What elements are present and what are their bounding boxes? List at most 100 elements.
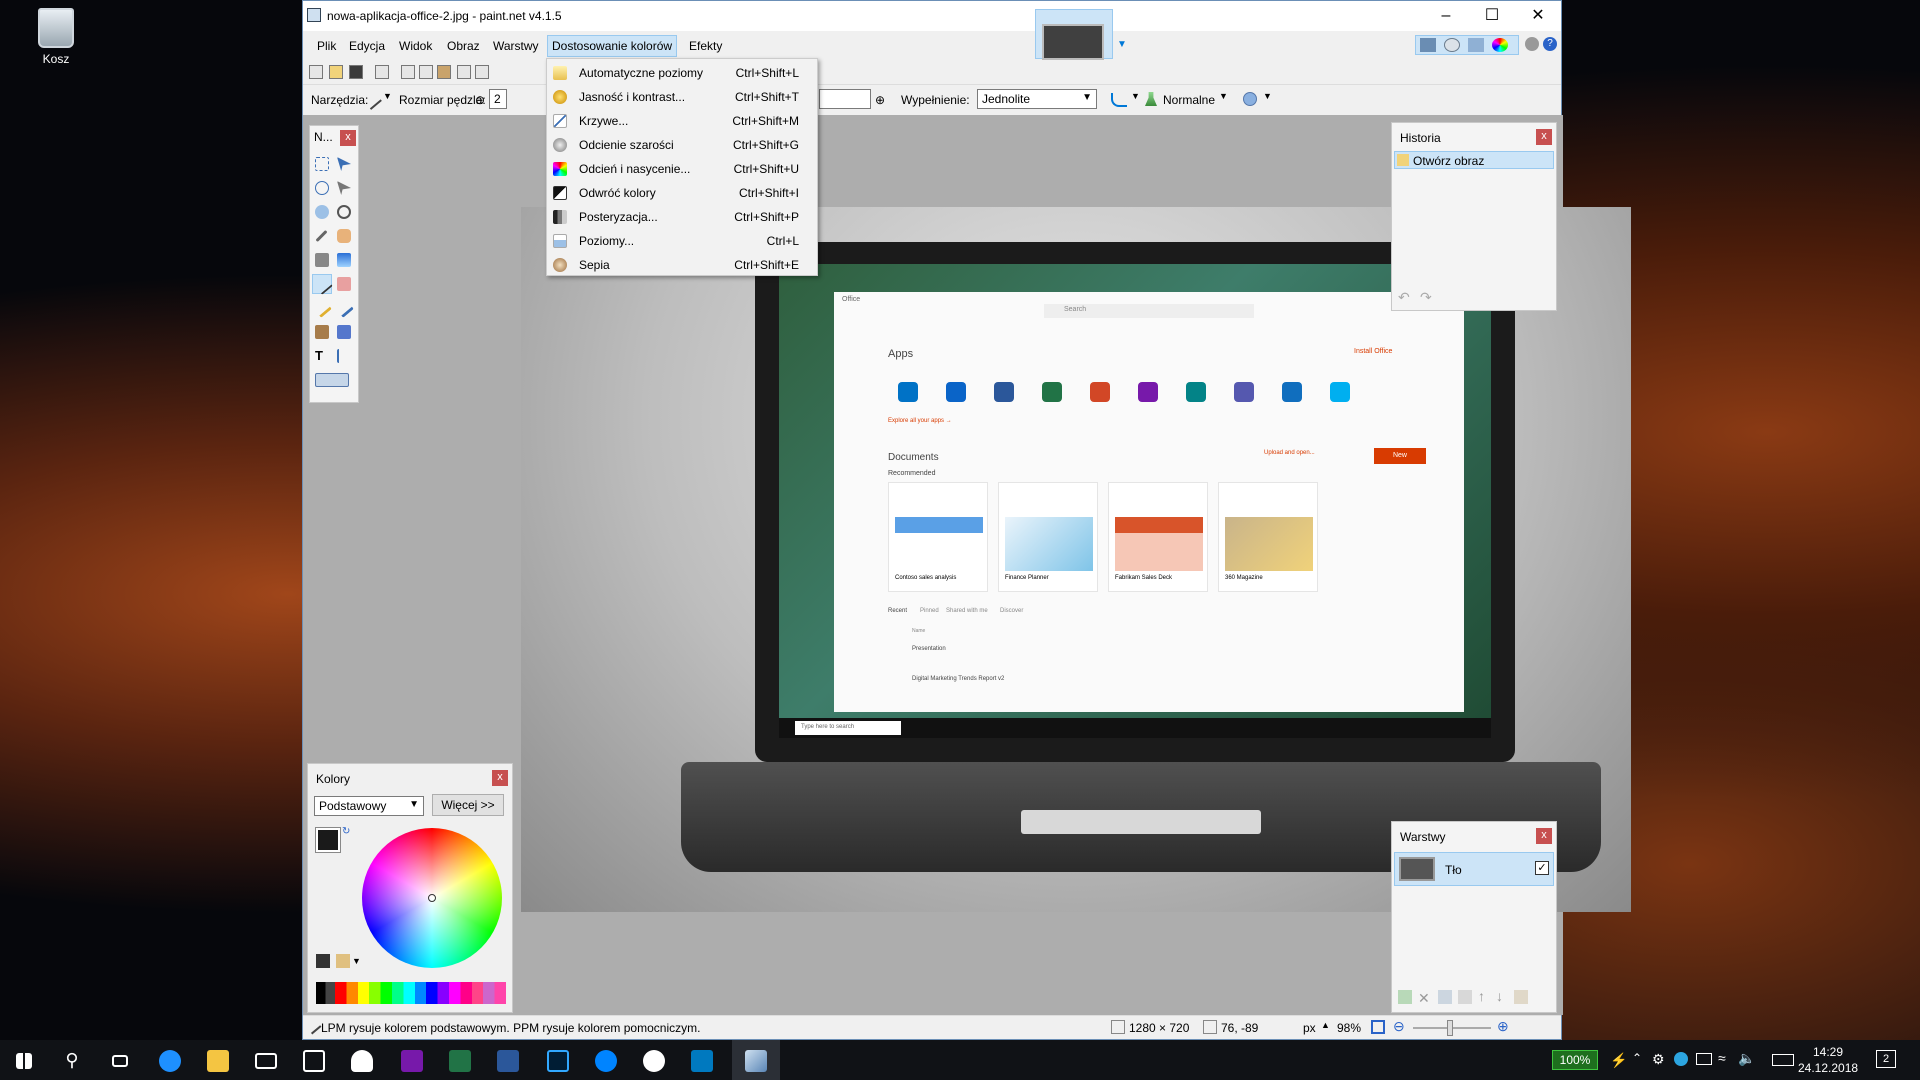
paint-bucket-tool[interactable] [312,250,332,270]
tools-close-icon[interactable]: x [340,130,356,146]
taskbar-messenger[interactable] [582,1040,630,1080]
rectangle-select-tool[interactable] [312,154,332,174]
zoom-slider-thumb[interactable] [1447,1020,1453,1036]
fill-select[interactable]: Jednolite ▼ [977,89,1097,109]
magic-wand-tool[interactable] [312,226,332,246]
color-wheel[interactable] [362,828,502,968]
paintbrush-tool[interactable] [312,274,333,295]
maximize-button[interactable]: ☐ [1469,1,1515,31]
taskbar-calendar[interactable] [290,1040,338,1080]
primary-color-swatch[interactable] [315,827,341,853]
print-icon[interactable] [375,65,389,79]
taskbar-explorer[interactable] [194,1040,242,1080]
gradient-tool[interactable] [334,250,354,270]
selection-mode-icon[interactable] [1243,92,1257,106]
decrease-size-icon[interactable]: ⊖ [475,93,485,107]
ellipse-select-tool[interactable] [312,202,332,222]
menu-item-invert-colors[interactable]: Odwróć kolory Ctrl+Shift+I [547,181,817,205]
clone-stamp-tool[interactable] [312,322,332,342]
more-button[interactable]: Więcej >> [432,794,504,816]
pencil-tool[interactable] [312,298,332,318]
pan-tool[interactable] [334,226,354,246]
deselect-icon[interactable] [475,65,489,79]
menu-warstwy[interactable]: Warstwy [489,37,543,55]
telegram-icon[interactable] [1674,1052,1688,1066]
units-dropdown-icon[interactable]: ▲ [1321,1020,1330,1030]
layer-properties-icon[interactable] [1514,990,1528,1004]
taskbar-trello[interactable] [678,1040,726,1080]
close-button[interactable]: ✕ [1515,1,1561,31]
delete-layer-icon[interactable]: ✕ [1418,990,1430,1007]
taskbar-onenote[interactable] [388,1040,436,1080]
volume-icon[interactable]: 🔈 [1738,1050,1755,1067]
save-icon[interactable] [349,65,363,79]
zoom-level[interactable]: 98% [1337,1021,1361,1035]
blend-mode-value[interactable]: Normalne [1163,93,1215,107]
menu-efekty[interactable]: Efekty [685,37,726,55]
recycle-bin[interactable]: Kosz [30,8,82,66]
open-file-icon[interactable] [329,65,343,79]
lasso-tool[interactable] [312,178,332,198]
cut-icon[interactable] [401,65,415,79]
colors-close-icon[interactable]: x [492,770,508,786]
brush-size-input[interactable]: 2 [489,89,507,109]
menu-item-curves[interactable]: Krzywe... Ctrl+Shift+M [547,109,817,133]
color-wheel-cursor[interactable] [428,894,436,902]
layers-close-icon[interactable]: x [1536,828,1552,844]
move-layer-down-icon[interactable]: ↓ [1496,988,1503,1004]
wifi-icon[interactable]: ≈ [1718,1050,1726,1066]
shapes-tool[interactable] [312,370,354,390]
palette-dropdown-icon[interactable]: ▼ [352,956,361,966]
zoom-out-icon[interactable]: ⊖ [1393,1018,1405,1035]
menu-item-sepia[interactable]: Sepia Ctrl+Shift+E [547,253,817,277]
new-file-icon[interactable] [309,65,323,79]
paste-icon[interactable] [437,65,451,79]
history-close-icon[interactable]: x [1536,129,1552,145]
zoom-in-icon[interactable]: ⊕ [1497,1018,1509,1035]
taskbar-excel[interactable] [436,1040,484,1080]
swap-colors-icon[interactable]: ↻ [342,826,350,837]
taskbar-mail[interactable] [242,1040,290,1080]
color-picker-tool[interactable] [334,298,354,318]
taskbar-paintnet[interactable] [732,1040,780,1080]
duplicate-layer-icon[interactable] [1438,990,1452,1004]
minimize-button[interactable]: – [1423,1,1469,31]
move-selected-tool[interactable] [334,154,354,174]
menu-item-posterize[interactable]: Posteryzacja... Ctrl+Shift+P [547,205,817,229]
text-tool[interactable]: T [312,346,332,366]
search-button[interactable]: ⚲ [48,1040,96,1080]
blend-dropdown-icon[interactable]: ▼ [1219,91,1228,101]
menu-edycja[interactable]: Edycja [345,37,389,55]
units-select[interactable]: px [1303,1021,1316,1035]
eraser-tool[interactable] [334,274,354,294]
brush-size-slider-field[interactable] [819,89,871,109]
increase-size-icon[interactable]: ⊕ [875,93,885,107]
menu-dostosowanie-kolorow[interactable]: Dostosowanie kolorów [547,35,678,57]
redo-icon[interactable]: ↷ [1420,289,1432,306]
move-selection-tool[interactable] [334,178,354,198]
taskbar-word[interactable] [484,1040,532,1080]
start-button[interactable] [0,1040,48,1080]
copy-icon[interactable] [419,65,433,79]
clock[interactable]: 14:29 24.12.2018 [1798,1044,1858,1076]
antialias-dropdown-icon[interactable]: ▼ [1131,91,1140,101]
undo-icon[interactable]: ↶ [1398,289,1410,306]
settings-tray-icon[interactable]: ⚙ [1652,1051,1665,1068]
network-adapter-icon[interactable] [1696,1053,1712,1065]
taskbar-app-circle[interactable] [630,1040,678,1080]
notification-center[interactable]: 2 [1876,1050,1896,1068]
task-view-button[interactable] [96,1040,144,1080]
menu-item-grayscale[interactable]: Odcienie szarości Ctrl+Shift+G [547,133,817,157]
title-bar[interactable]: nowa-aplikacja-office-2.jpg - paint.net … [303,1,1561,31]
color-palette[interactable] [316,982,506,1004]
antialias-icon[interactable] [1111,93,1127,107]
recolor-tool[interactable] [334,322,354,342]
menu-item-brightness-contrast[interactable]: Jasność i kontrast... Ctrl+Shift+T [547,85,817,109]
menu-item-auto-level[interactable]: Automatyczne poziomy Ctrl+Shift+L [547,61,817,85]
palette-mode-select[interactable]: Podstawowy ▼ [314,796,424,816]
canvas-image[interactable]: Office Search Apps Install Office Explor… [521,207,1631,912]
zoom-tool[interactable] [334,202,354,222]
merge-layer-icon[interactable] [1458,990,1472,1004]
move-layer-up-icon[interactable]: ↑ [1478,988,1485,1004]
battery-indicator[interactable]: 100% [1552,1050,1598,1070]
